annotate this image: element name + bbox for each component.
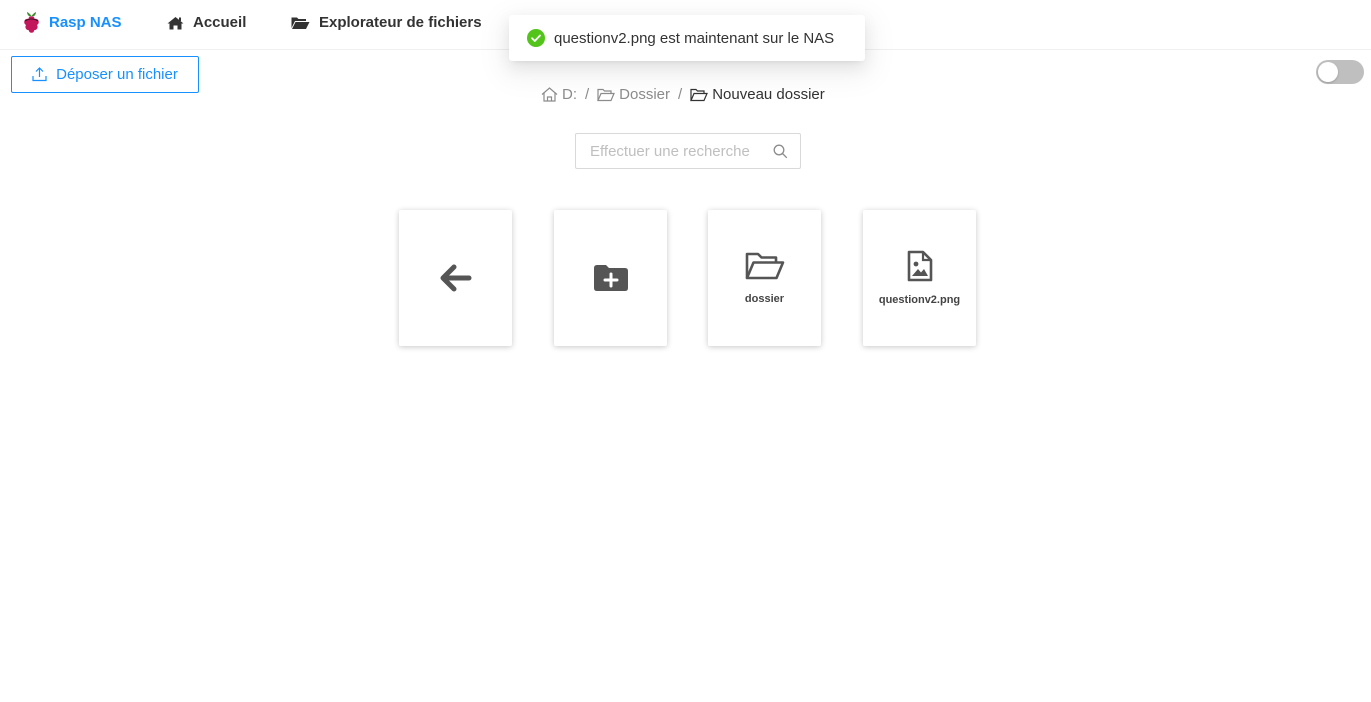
- nav-item-label: Explorateur de fichiers: [319, 14, 482, 31]
- home-icon: [167, 16, 193, 30]
- breadcrumb: D: / Dossier / Nouveau dossier: [541, 86, 825, 103]
- search-icon[interactable]: [773, 144, 788, 159]
- upload-success-toast: questionv2.png est maintenant sur le NAS: [509, 15, 865, 61]
- breadcrumb-item-current: Nouveau dossier: [690, 86, 825, 103]
- back-card[interactable]: [399, 210, 512, 346]
- search-box: [575, 133, 801, 169]
- theme-toggle-switch[interactable]: [1316, 60, 1364, 84]
- upload-icon: [32, 67, 56, 82]
- new-folder-card[interactable]: [554, 210, 667, 346]
- upload-file-button[interactable]: Déposer un fichier: [11, 56, 199, 93]
- raspberry-logo-icon: [22, 11, 49, 33]
- home-outline-icon: [541, 87, 562, 102]
- file-name: questionv2.png: [878, 294, 961, 306]
- breadcrumb-separator: /: [585, 86, 590, 103]
- folder-plus-icon: [593, 265, 628, 291]
- toggle-knob: [1318, 62, 1338, 82]
- nav-item-label: Accueil: [193, 14, 247, 31]
- check-circle-icon: [527, 29, 545, 47]
- breadcrumb-item-root[interactable]: D:: [541, 86, 577, 103]
- upload-file-label: Déposer un fichier: [56, 66, 178, 83]
- brand-link[interactable]: Rasp NAS: [22, 11, 122, 33]
- toast-message: questionv2.png est maintenant sur le NAS: [554, 29, 835, 47]
- arrow-left-icon: [440, 264, 472, 292]
- folder-open-outline-icon: [597, 88, 619, 102]
- search-input[interactable]: [588, 141, 772, 161]
- folder-card[interactable]: dossier: [708, 210, 821, 346]
- breadcrumb-item-dossier[interactable]: Dossier: [597, 86, 670, 103]
- file-image-icon: [907, 250, 933, 282]
- brand-name: Rasp NAS: [49, 13, 122, 31]
- nav-item-file-explorer[interactable]: Explorateur de fichiers: [291, 14, 482, 31]
- nav-item-home[interactable]: Accueil: [167, 14, 246, 31]
- folder-open-icon: [291, 16, 319, 30]
- folder-open-icon: [745, 251, 785, 281]
- file-card[interactable]: questionv2.png: [863, 210, 976, 346]
- folder-name: dossier: [744, 293, 785, 305]
- breadcrumb-item-label: Nouveau dossier: [712, 86, 825, 103]
- breadcrumb-separator: /: [678, 86, 683, 103]
- folder-open-outline-icon: [690, 88, 712, 102]
- breadcrumb-root-label: D:: [562, 86, 577, 103]
- breadcrumb-item-label: Dossier: [619, 86, 671, 103]
